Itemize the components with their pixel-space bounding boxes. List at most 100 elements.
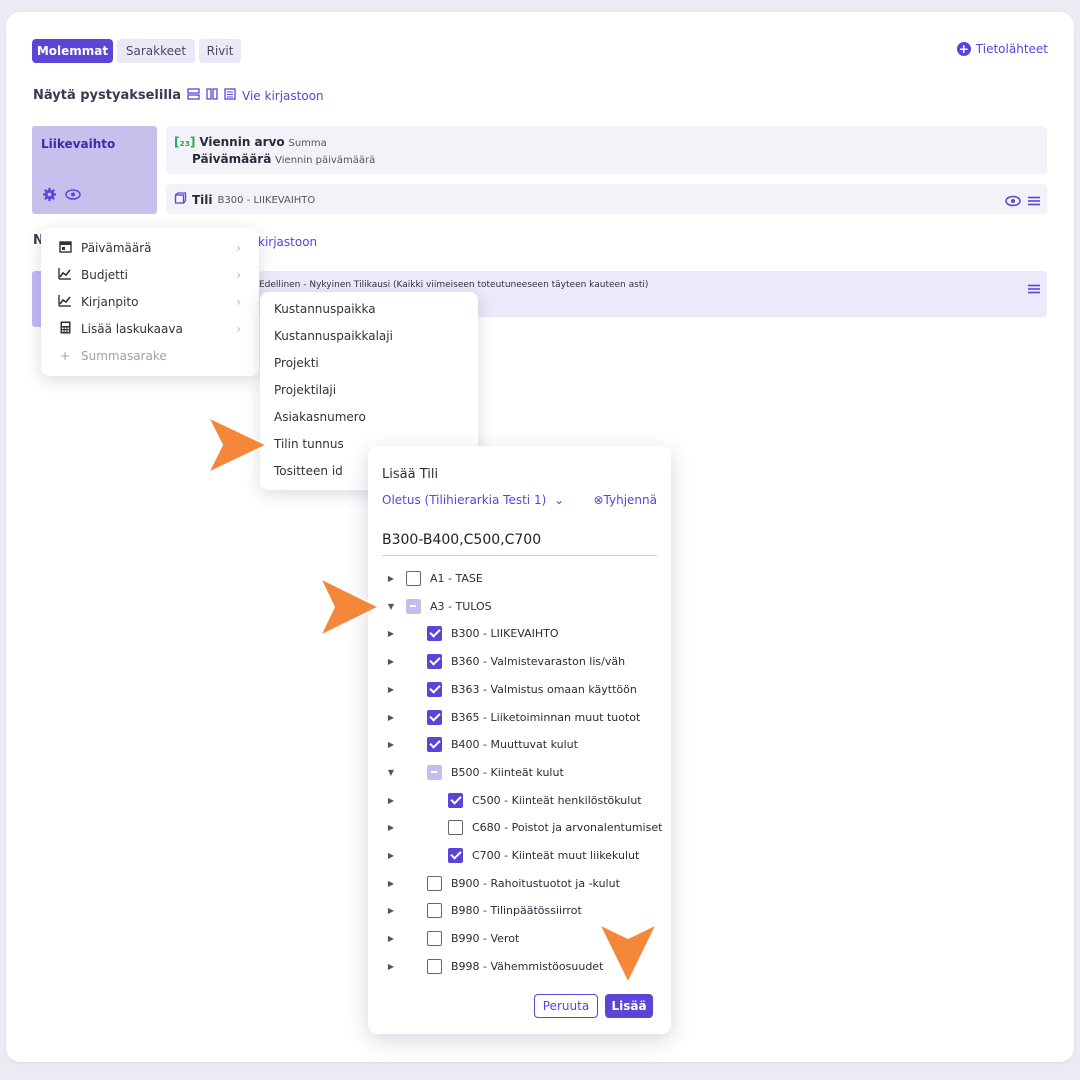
toggle-both[interactable]: Molemmat [32, 39, 113, 63]
sources-label: Tietolähteet [975, 42, 1048, 56]
checkbox[interactable] [427, 654, 442, 670]
library-icon[interactable] [224, 88, 236, 103]
export-to-library-link-2[interactable]: kirjastoon [258, 235, 317, 249]
tree-row[interactable]: ▼ B500 - Kiinteät kulut [368, 759, 671, 786]
row-card-title: Liikevaihto [41, 137, 116, 151]
add-menu: Päivämäärä › Budjetti › Kirjanpito › Lis… [41, 228, 259, 376]
checkbox[interactable] [427, 737, 442, 753]
tree-row[interactable]: ▶ B365 - Liiketoiminnan muut tuotot [368, 704, 671, 731]
hierarchy-select-value: Oletus (Tilihierarkia Testi 1) [382, 493, 547, 507]
eye-icon[interactable] [65, 187, 81, 206]
caret-right-icon[interactable]: ▶ [386, 823, 396, 832]
drag-handle-icon[interactable] [1027, 192, 1041, 211]
caret-right-icon[interactable]: ▶ [386, 879, 396, 888]
tree-row[interactable]: ▶ B400 - Muuttuvat kulut [368, 731, 671, 758]
add-button[interactable]: Lisää [605, 994, 653, 1018]
plus-icon: + [59, 349, 71, 363]
tree-row[interactable]: ▶ B900 - Rahoitustuotot ja -kulut [368, 870, 671, 897]
vertical-axis-heading: Näytä pystyakselilla Vie kirjastoon [33, 88, 324, 103]
chevron-right-icon: › [236, 241, 241, 255]
caret-right-icon[interactable]: ▶ [386, 934, 396, 943]
tree-label: B900 - Rahoitustuotot ja -kulut [451, 876, 620, 890]
clear-label: Tyhjennä [603, 493, 657, 507]
tree-row[interactable]: ▶ C680 - Poistot ja arvonalentumiset [368, 814, 671, 841]
caret-right-icon[interactable]: ▶ [386, 962, 396, 971]
value-label: Viennin arvo [199, 135, 285, 149]
toggle-rows[interactable]: Rivit [199, 39, 241, 63]
hierarchy-select[interactable]: Oletus (Tilihierarkia Testi 1) ⌄ [382, 493, 564, 507]
tree-row[interactable]: ▶ B300 - LIIKEVAIHTO [368, 620, 671, 647]
checkbox[interactable] [448, 792, 463, 808]
menu-item-formula[interactable]: Lisää laskukaava › [41, 316, 259, 342]
menu-item-date[interactable]: Päivämäärä › [41, 235, 259, 261]
menu-item-label: Lisää laskukaava [81, 322, 183, 336]
tree-row[interactable]: ▶ B363 - Valmistus omaan käyttöön [368, 676, 671, 703]
menu-item-label: Kirjanpito [81, 295, 139, 309]
cube-icon [174, 192, 187, 208]
checkbox[interactable] [427, 931, 442, 947]
tree-row[interactable]: ▶ B360 - Valmistevaraston lis/väh [368, 648, 671, 675]
chevron-right-icon: › [236, 295, 241, 309]
tree-label: B990 - Verot [451, 932, 520, 946]
value-icon: [₂₃] [174, 135, 196, 149]
checkbox[interactable] [427, 709, 442, 725]
tree-row[interactable]: ▶ A1 - TASE [368, 565, 671, 592]
row-card[interactable]: Liikevaihto [32, 126, 157, 214]
checkbox[interactable] [448, 820, 463, 836]
submenu-item[interactable]: Projekti [274, 356, 319, 370]
caret-down-icon[interactable]: ▼ [386, 602, 396, 611]
toggle-columns[interactable]: Sarakkeet [117, 39, 195, 63]
chevron-right-icon: › [236, 322, 241, 336]
tree-label: B300 - LIIKEVAIHTO [451, 627, 559, 641]
menu-item-label: Summasarake [81, 349, 167, 363]
submenu-item[interactable]: Kustannuspaikkalaji [274, 329, 393, 343]
caret-right-icon[interactable]: ▶ [386, 740, 396, 749]
checkbox[interactable] [427, 958, 442, 974]
account-row[interactable]: Tili B300 - LIIKEVAIHTO [166, 184, 1047, 214]
columns-layout-icon[interactable] [206, 88, 218, 103]
checkbox[interactable] [406, 571, 421, 586]
caret-right-icon[interactable]: ▶ [386, 629, 396, 638]
menu-item-bookkeeping[interactable]: Kirjanpito › [41, 289, 259, 315]
tree-row[interactable]: ▼ A3 - TULOS [368, 593, 671, 620]
checkbox[interactable] [427, 875, 442, 891]
rows-layout-icon[interactable] [187, 88, 200, 103]
submenu-item[interactable]: Kustannuspaikka [274, 302, 376, 316]
tree-label: B998 - Vähemmistöosuudet [451, 959, 604, 973]
checkbox[interactable] [427, 681, 442, 697]
caret-right-icon[interactable]: ▶ [386, 851, 396, 860]
sources-button[interactable]: + Tietolähteet [956, 42, 1048, 56]
value-row[interactable]: [₂₃] Viennin arvo Summa Päivämäärä Vienn… [166, 126, 1047, 174]
clear-button[interactable]: ⊗Tyhjennä [593, 493, 657, 507]
tree-label: B980 - Tilinpäätössiirrot [451, 904, 582, 918]
caret-right-icon[interactable]: ▶ [386, 906, 396, 915]
drag-handle-icon[interactable] [1027, 280, 1041, 299]
checkbox[interactable] [406, 598, 421, 614]
tree-row[interactable]: ▶ C500 - Kiinteät henkilöstökulut [368, 787, 671, 814]
submenu-item[interactable]: Projektilaji [274, 383, 336, 397]
checkbox[interactable] [448, 848, 463, 863]
calculator-icon [57, 321, 73, 337]
checkbox[interactable] [427, 764, 442, 780]
submenu-item-account-id[interactable]: Tilin tunnus [274, 437, 344, 451]
caret-right-icon[interactable]: ▶ [386, 685, 396, 694]
menu-item-budget[interactable]: Budjetti › [41, 262, 259, 288]
caret-right-icon[interactable]: ▶ [386, 713, 396, 722]
caret-right-icon[interactable]: ▶ [386, 796, 396, 805]
eye-icon[interactable] [1005, 192, 1021, 211]
calendar-icon [57, 240, 73, 256]
submenu-item[interactable]: Tositteen id [274, 464, 343, 478]
export-to-library-link[interactable]: Vie kirjastoon [242, 89, 324, 103]
gear-icon[interactable] [42, 187, 57, 206]
pointer-arrow-icon [598, 923, 658, 984]
submenu-item[interactable]: Asiakasnumero [274, 410, 366, 424]
caret-down-icon[interactable]: ▼ [386, 768, 396, 777]
checkbox[interactable] [427, 903, 442, 919]
caret-right-icon[interactable]: ▶ [386, 657, 396, 666]
tree-row[interactable]: ▶ C700 - Kiinteät muut liikekulut [368, 842, 671, 869]
checkbox[interactable] [427, 626, 442, 642]
cancel-button[interactable]: Peruuta [534, 994, 598, 1018]
tree-label: C500 - Kiinteät henkilöstökulut [472, 793, 642, 807]
account-filter-input[interactable]: B300-B400,C500,C700 [382, 530, 657, 556]
caret-right-icon[interactable]: ▶ [386, 574, 396, 583]
